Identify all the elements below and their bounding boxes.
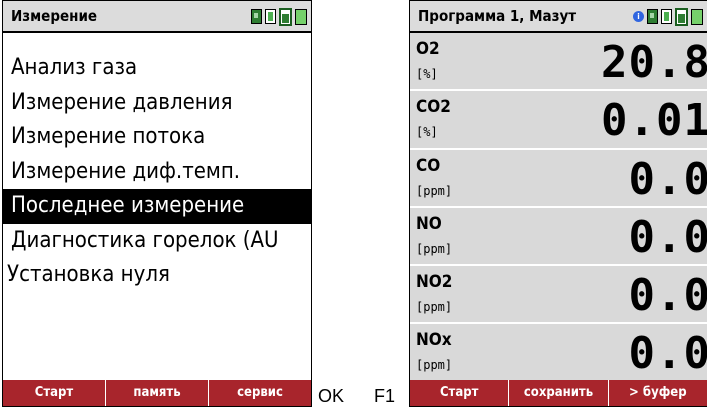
gas-name: NO [416,213,442,234]
readout-row: NOx [ppm] 0.0 [410,324,707,383]
screen-title: Измерение [11,7,98,25]
gas-unit: [ppm] [416,241,453,256]
softkey-bar: Старт память сервис [3,380,311,406]
bluetooth-connection-icon [265,9,276,24]
info-icon: i [633,11,644,22]
readout-rows: O2 [%] 20.8 CO2 [%] 0.01 CO [ppm] 0.0 NO… [410,33,707,383]
status-icons: i [633,7,703,26]
start-button[interactable]: Старт [3,380,106,406]
gas-name: CO2 [416,97,451,118]
power-plug-icon [295,8,307,25]
status-icons [251,7,307,26]
title-bar: Программа 1, Мазут i [410,1,707,33]
battery-icon [675,7,688,26]
f1-key-label: F1 [374,386,396,406]
menu-item-pressure[interactable]: Измерение давления [3,86,311,121]
measurement-menu-screen: Измерение Анализ газа Измерение давления… [2,0,312,407]
menu-item-zero-setup[interactable]: Установка нуля [3,258,311,293]
to-buffer-button[interactable]: > буфер [608,380,707,406]
gas-value: 0.01 [601,95,707,147]
gas-name: O2 [416,39,440,59]
gas-unit: [ppm] [416,183,453,198]
menu-item-burner-diagnostics[interactable]: Диагностика горелок (AU [3,224,311,259]
gas-unit: [ppm] [416,300,453,315]
menu-item-last-measurement[interactable]: Последнее измерение [3,189,311,224]
readout-row: NO [ppm] 0.0 [410,207,707,267]
gas-value: 0.0 [628,153,707,205]
gas-unit: [%] [416,67,438,81]
title-bar: Измерение [3,1,311,33]
gas-value: 0.0 [628,211,707,263]
service-button[interactable]: сервис [209,380,311,406]
program-readout-screen: Программа 1, Мазут i O2 [%] 20.8 CO2 [%]… [409,0,707,407]
softkey-bar: Старт сохранить > буфер [410,380,707,406]
menu-item-gas-analysis[interactable]: Анализ газа [3,51,311,86]
battery-icon [279,7,292,26]
screen-title: Программа 1, Мазут [418,7,577,25]
readout-row: CO2 [%] 0.01 [410,91,707,150]
sd-card-icon [647,9,658,24]
sd-card-icon [251,9,262,24]
save-button[interactable]: сохранить [509,380,609,406]
gas-unit: [%] [416,125,438,140]
gas-value: 0.0 [628,328,707,380]
gas-name: CO [416,155,441,176]
ok-key-label: OK [318,386,345,406]
readout-row: NO2 [ppm] 0.0 [410,266,707,325]
menu-list: Анализ газа Измерение давления Измерение… [3,51,311,293]
memory-button[interactable]: память [106,380,209,406]
readout-row: CO [ppm] 0.0 [410,149,707,208]
gas-value: 0.0 [628,270,707,322]
gas-unit: [ppm] [416,358,453,373]
bluetooth-connection-icon [661,9,672,24]
menu-item-flow[interactable]: Измерение потока [3,120,311,155]
menu-item-diff-temp[interactable]: Измерение диф.темп. [3,155,311,190]
gas-name: NOx [416,330,452,351]
readout-row: O2 [%] 20.8 [410,33,707,92]
gas-value: 20.8 [601,37,707,88]
start-button[interactable]: Старт [410,380,510,406]
gas-name: NO2 [416,272,453,293]
power-plug-icon [691,8,703,25]
